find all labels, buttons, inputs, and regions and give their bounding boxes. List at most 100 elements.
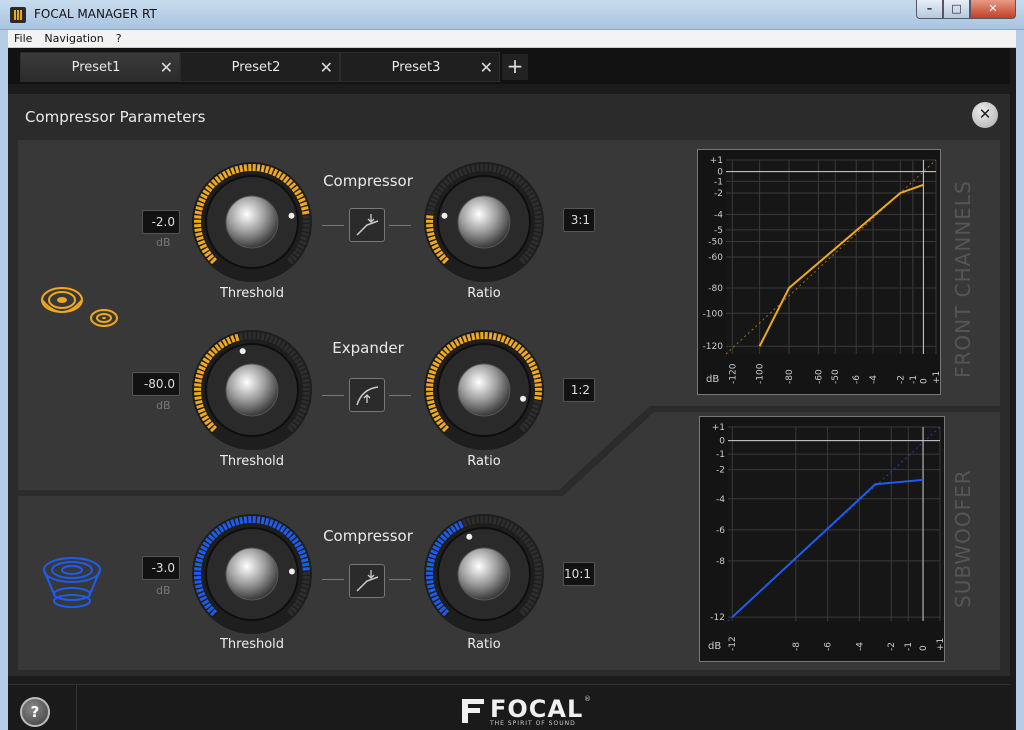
sub-comp-threshold-knob[interactable]	[190, 512, 314, 636]
front-comp-ratio-value[interactable]: 3:1	[563, 208, 595, 232]
menu-help[interactable]: ?	[110, 32, 128, 45]
x-axis-label: dB	[706, 374, 719, 385]
tab-label: Preset3	[391, 60, 441, 75]
y-tick-label: -120	[703, 342, 724, 352]
y-tick-label: -1	[714, 177, 723, 187]
front-comp-threshold-knob[interactable]	[190, 160, 314, 284]
window-border-right	[1016, 30, 1024, 730]
front-exp-ratio-value[interactable]: 1:2	[563, 378, 595, 402]
x-tick-label: -2	[887, 642, 897, 651]
tab-label: Preset1	[71, 60, 121, 75]
compressor-mode-button[interactable]	[349, 208, 385, 242]
window-title: FOCAL MANAGER RT	[34, 7, 157, 21]
compressor-panel: Compressor Parameters ✕ Compressor -2.0 …	[8, 94, 1010, 676]
sub-comp-ratio-value[interactable]: 10:1	[563, 562, 595, 586]
y-tick-label: +1	[710, 156, 723, 166]
add-tab-button[interactable]: +	[502, 54, 528, 80]
close-tab-icon[interactable]: ✕	[480, 58, 493, 77]
minimize-button[interactable]: –	[916, 0, 943, 19]
x-tick-label: -1	[909, 375, 919, 384]
x-tick-label: -120	[728, 363, 738, 384]
y-tick-label: -6	[716, 526, 725, 536]
y-tick-label: -80	[708, 284, 723, 294]
y-tick-label: -4	[716, 495, 725, 505]
menu-file[interactable]: File	[8, 32, 38, 45]
x-axis-label: dB	[708, 641, 721, 652]
x-tick-label: -2	[896, 375, 906, 384]
y-tick-label: 0	[717, 168, 723, 178]
y-tick-label: -12	[710, 613, 725, 623]
x-tick-label: -100	[756, 363, 766, 384]
x-tick-label: -50	[831, 369, 841, 384]
y-tick-label: -2	[714, 189, 723, 199]
y-tick-label: -60	[708, 253, 723, 263]
front-comp-threshold-value[interactable]: -2.0	[142, 210, 180, 234]
tab-preset1[interactable]: Preset1 ✕	[20, 52, 180, 82]
x-tick-label: -12	[728, 636, 738, 651]
app-window: FOCAL MANAGER RT – □ ✕ File Navigation ?…	[0, 0, 1024, 730]
x-tick-label: -1	[904, 642, 914, 651]
tab-bar: Preset1 ✕ Preset2 ✕ Preset3 ✕ +	[8, 48, 1010, 84]
tab-preset3[interactable]: Preset3 ✕	[340, 52, 500, 82]
y-tick-label: -4	[714, 210, 723, 220]
sub-comp-threshold-value[interactable]: -3.0	[142, 556, 180, 580]
x-tick-label: -60	[814, 369, 824, 384]
db-unit: dB	[156, 399, 171, 412]
compressor-mode-button[interactable]	[349, 564, 385, 598]
front-channels-graph: -120 -100 -80 -60 -50 -6 -4 -2 -1 0 +1+10-1-2-4-5-…	[697, 149, 941, 395]
help-button[interactable]: ?	[20, 697, 50, 727]
compressor-curve-icon	[356, 214, 379, 236]
ratio-label: Ratio	[467, 454, 501, 469]
threshold-label: Threshold	[219, 637, 285, 652]
tab-preset2[interactable]: Preset2 ✕	[180, 52, 340, 82]
subwoofer-label: SUBWOOFER	[951, 469, 975, 608]
app-icon	[10, 7, 26, 23]
sub-compressor-title: Compressor	[323, 527, 413, 545]
front-comp-ratio-knob[interactable]	[422, 160, 546, 284]
focal-mark-icon	[462, 699, 484, 723]
x-tick-label: -6	[852, 375, 862, 384]
close-panel-button[interactable]: ✕	[972, 102, 998, 128]
x-tick-label: +1	[936, 638, 945, 651]
threshold-label: Threshold	[219, 286, 285, 301]
front-compressor-title: Compressor	[323, 172, 413, 190]
x-tick-label: -80	[785, 369, 795, 384]
x-tick-label: +1	[932, 371, 941, 384]
close-tab-icon[interactable]: ✕	[320, 58, 333, 77]
panel-title: Compressor Parameters	[25, 108, 206, 126]
y-tick-label: +1	[712, 423, 725, 433]
front-expander-title: Expander	[332, 339, 404, 357]
ratio-label: Ratio	[467, 637, 501, 652]
db-unit: dB	[156, 236, 171, 249]
menu-navigation[interactable]: Navigation	[38, 32, 109, 45]
footer-bar: ? FOCAL ® THE SPIRIT OF SOUND	[8, 684, 1010, 730]
maximize-button[interactable]: □	[943, 0, 970, 19]
window-border-left	[0, 30, 8, 730]
subwoofer-graph: -12 -8 -6 -4 -2 -1 0 +1 +1 0 -1 -2 -4 -6 -8 -12 dB	[699, 416, 945, 662]
y-tick-label: -100	[703, 309, 724, 319]
x-tick-label: -6	[824, 642, 834, 651]
x-tick-label: -4	[855, 642, 865, 651]
close-tab-icon[interactable]: ✕	[160, 58, 173, 77]
compressor-curve-icon	[356, 570, 379, 592]
y-tick-label: -8	[716, 557, 725, 567]
y-tick-label: -1	[716, 450, 725, 460]
ratio-label: Ratio	[467, 286, 501, 301]
front-exp-threshold-value[interactable]: -80.0	[132, 372, 180, 396]
title-bar: FOCAL MANAGER RT – □ ✕	[0, 0, 1024, 30]
tab-label: Preset2	[231, 60, 281, 75]
y-tick-label: -5	[714, 226, 723, 236]
db-unit: dB	[156, 584, 171, 597]
threshold-label: Threshold	[219, 454, 285, 469]
y-tick-label: 0	[719, 437, 725, 447]
close-window-button[interactable]: ✕	[970, 0, 1016, 19]
x-tick-label: 0	[919, 378, 929, 384]
front-exp-threshold-knob[interactable]	[190, 328, 314, 452]
expander-mode-button[interactable]	[349, 378, 385, 412]
expander-curve-icon	[356, 386, 379, 406]
front-channels-label: FRONT CHANNELS	[951, 180, 975, 378]
x-tick-label: -4	[869, 375, 879, 384]
sub-comp-ratio-knob[interactable]	[422, 512, 546, 636]
front-speaker-icon	[41, 287, 118, 327]
front-exp-ratio-knob[interactable]	[422, 328, 546, 452]
